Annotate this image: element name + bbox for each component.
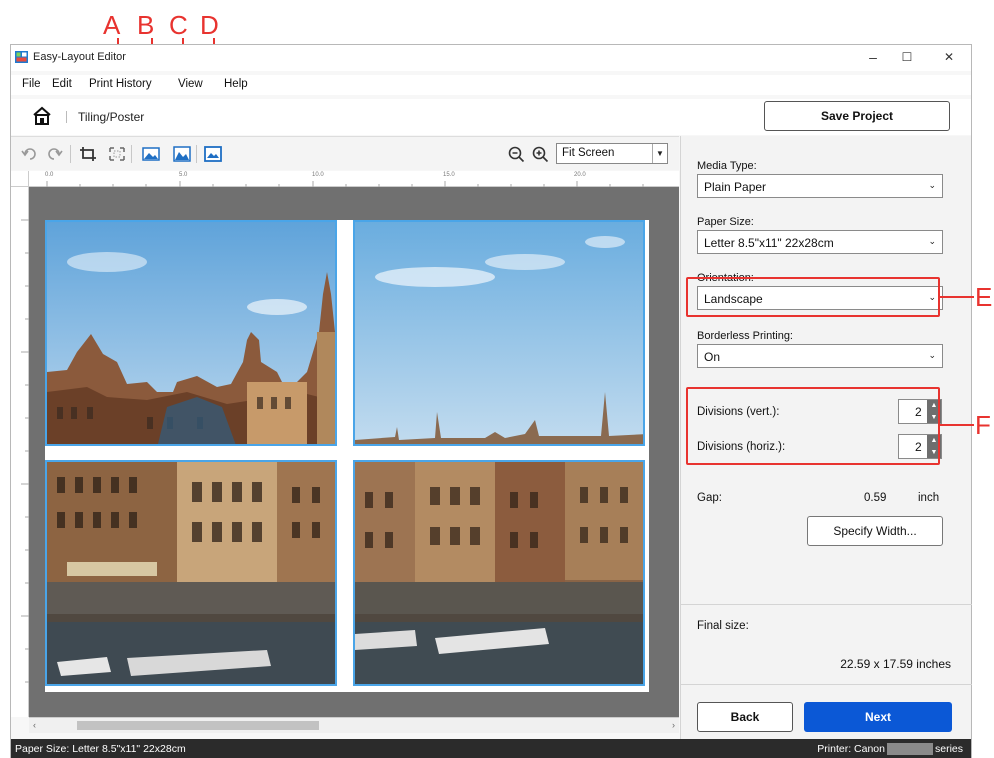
menu-view[interactable]: View	[178, 78, 203, 90]
horizontal-scrollbar[interactable]: ‹ ›	[29, 717, 679, 733]
ruler-corner	[11, 171, 29, 187]
zoom-in-icon[interactable]	[532, 146, 549, 163]
close-button[interactable]: ✕	[937, 48, 961, 66]
media-type-label: Media Type:	[697, 160, 757, 172]
image-icon-c[interactable]	[204, 146, 222, 162]
chevron-down-icon: ⌄	[928, 350, 936, 360]
chevron-down-icon[interactable]: ▼	[652, 144, 667, 163]
toolbar-separator	[70, 145, 71, 163]
toolbar-separator	[131, 145, 132, 163]
gap-label: Gap:	[697, 492, 722, 504]
chevron-down-icon: ⌄	[928, 180, 936, 190]
image-icon-b[interactable]	[173, 146, 191, 162]
callout-d: D	[200, 10, 219, 40]
fit-frame-icon[interactable]	[108, 146, 126, 162]
callout-a: A	[103, 10, 121, 40]
scrollbar-thumb[interactable]	[77, 721, 319, 730]
callout-box-f	[686, 387, 940, 465]
next-button[interactable]: Next	[804, 702, 952, 732]
status-printer: Printer: Canon series	[817, 743, 963, 756]
redo-icon[interactable]	[45, 146, 63, 162]
app-icon	[15, 51, 28, 63]
callout-line-f	[940, 424, 974, 426]
scroll-left-icon[interactable]: ‹	[33, 720, 36, 730]
menu-print-history[interactable]: Print History	[89, 78, 152, 90]
status-printer-prefix: Printer: Canon	[817, 743, 885, 755]
menu-edit[interactable]: Edit	[52, 78, 72, 90]
paper-size-select[interactable]: Letter 8.5"x11" 22x28cm ⌄	[697, 230, 943, 254]
poster-tile-bottom-right[interactable]	[353, 460, 645, 686]
status-printer-suffix: series	[934, 743, 963, 755]
layout-canvas[interactable]	[29, 187, 679, 717]
crop-icon[interactable]	[79, 146, 97, 162]
callout-b: B	[137, 10, 155, 40]
paper-size-label: Paper Size:	[697, 216, 754, 228]
vertical-ruler	[11, 187, 29, 717]
callout-e: E	[975, 282, 993, 312]
paper-size-value: Letter 8.5"x11" 22x28cm	[704, 236, 834, 250]
final-size-value: 22.59 x 17.59 inches	[840, 657, 951, 671]
horizontal-ruler: 0.0 5.0 10.0 15.0 20.0	[29, 171, 679, 187]
title-bar: Easy-Layout Editor – ☐ ✕	[11, 45, 971, 71]
gap-value: 0.59	[864, 492, 887, 504]
nav-row: Tiling/Poster Save Project	[11, 99, 971, 135]
panel-divider	[681, 604, 972, 605]
minimize-button[interactable]: –	[861, 48, 885, 66]
home-icon[interactable]	[31, 105, 53, 127]
callout-box-e	[686, 277, 940, 317]
final-size-label: Final size:	[697, 620, 749, 632]
callout-line-e	[940, 296, 974, 298]
nav-separator	[66, 111, 67, 123]
poster-tile-top-right[interactable]	[353, 220, 645, 446]
redacted-printer-model	[886, 743, 933, 756]
menu-file[interactable]: File	[22, 78, 41, 90]
scroll-right-icon[interactable]: ›	[672, 720, 675, 730]
media-type-value: Plain Paper	[704, 180, 767, 194]
borderless-label: Borderless Printing:	[697, 330, 793, 342]
maximize-button[interactable]: ☐	[895, 48, 919, 66]
menu-help[interactable]: Help	[224, 78, 248, 90]
zoom-value: Fit Screen	[562, 147, 615, 159]
toolbar-separator	[196, 145, 197, 163]
poster-tile-top-left[interactable]	[45, 220, 337, 446]
page: A B C D Easy-Layout Editor – ☐ ✕ File Ed…	[0, 0, 994, 758]
gap-unit: inch	[918, 492, 940, 504]
status-bar: Paper Size: Letter 8.5"x11" 22x28cm Prin…	[11, 739, 971, 758]
media-type-select[interactable]: Plain Paper ⌄	[697, 174, 943, 198]
status-paper-size: Paper Size: Letter 8.5"x11" 22x28cm	[15, 743, 186, 755]
window-title: Easy-Layout Editor	[33, 51, 126, 63]
chevron-down-icon: ⌄	[928, 236, 936, 246]
back-button[interactable]: Back	[697, 702, 793, 732]
callout-c: C	[169, 10, 188, 40]
image-icon-a[interactable]	[142, 146, 160, 162]
borderless-select[interactable]: On ⌄	[697, 344, 943, 368]
zoom-out-icon[interactable]	[508, 146, 525, 163]
panel-divider	[681, 684, 972, 685]
undo-icon[interactable]	[21, 146, 39, 162]
specify-width-button[interactable]: Specify Width...	[807, 516, 943, 546]
poster-tile-bottom-left[interactable]	[45, 460, 337, 686]
callout-f: F	[975, 410, 991, 440]
toolbar: Fit Screen ▼	[11, 136, 679, 170]
poster-paper	[45, 220, 649, 692]
save-project-button[interactable]: Save Project	[764, 101, 950, 131]
menu-bar: File Edit Print History View Help	[11, 75, 971, 95]
zoom-select[interactable]: Fit Screen ▼	[556, 143, 668, 164]
breadcrumb: Tiling/Poster	[78, 110, 145, 124]
borderless-value: On	[704, 350, 721, 364]
